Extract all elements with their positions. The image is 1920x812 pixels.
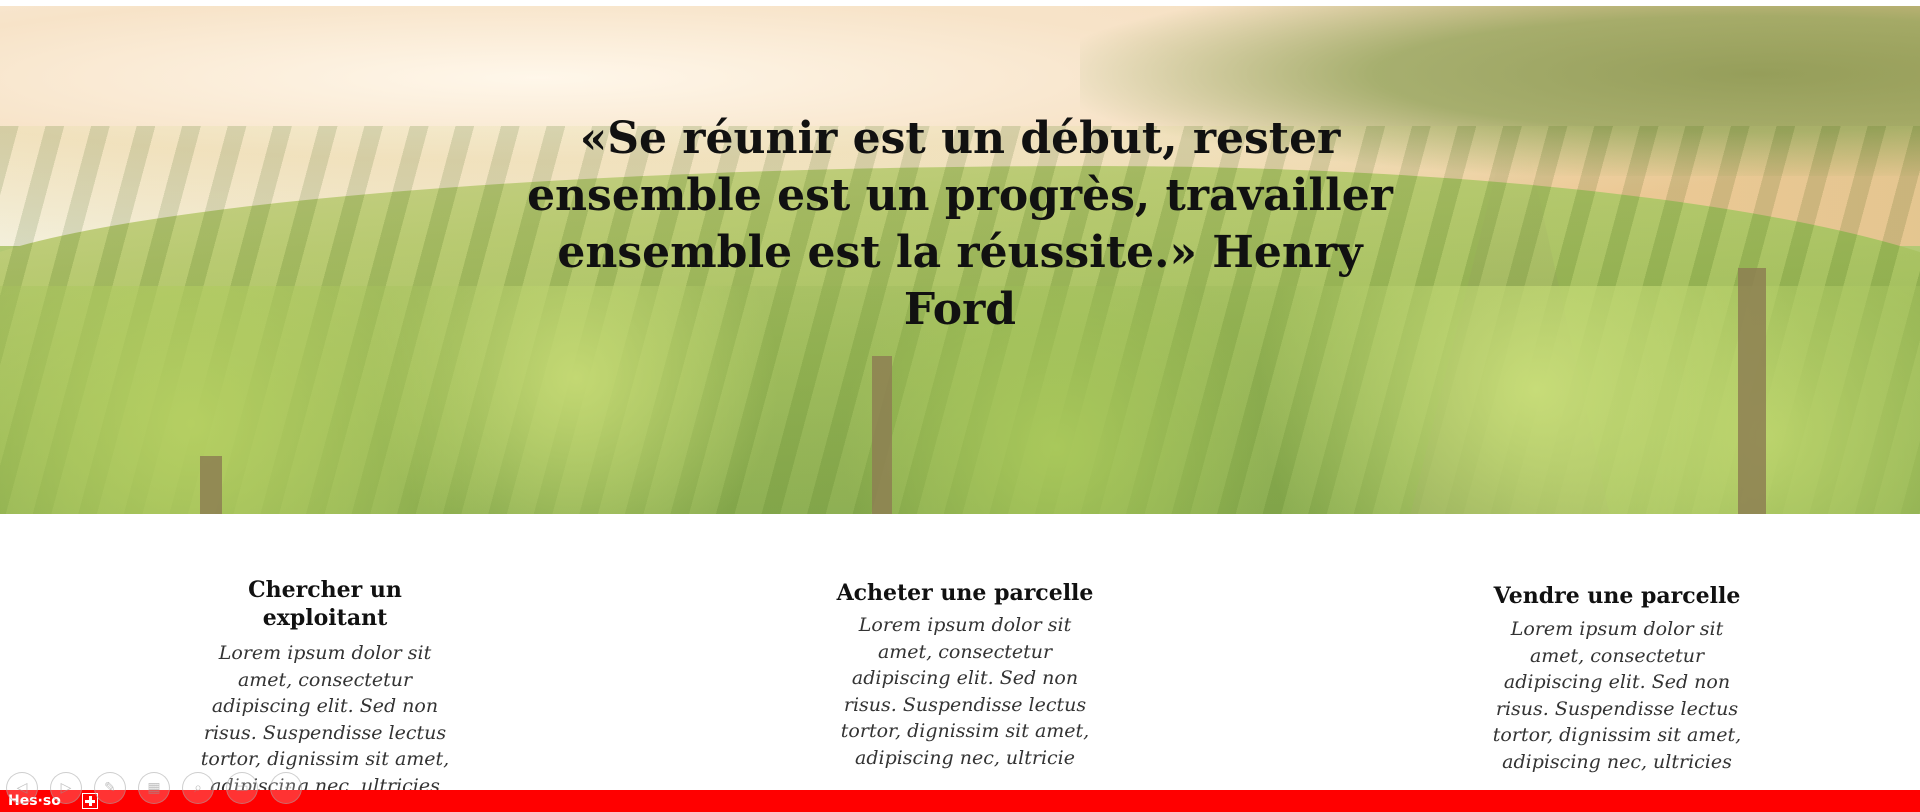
- pen-button[interactable]: ✎: [94, 772, 126, 804]
- subtitles-button[interactable]: ▭: [226, 772, 258, 804]
- zoom-button[interactable]: ⌕: [182, 772, 214, 804]
- quote-line: «Se réunir est un début, rester: [579, 113, 1341, 164]
- vine-post: [1738, 268, 1766, 514]
- column-text: Lorem ipsum dolor sit amet, consectetur …: [1492, 618, 1742, 773]
- column-buy-plot: Acheter une parcelle Lorem ipsum dolor s…: [830, 579, 1100, 771]
- screen-icon: ▭: [235, 780, 249, 796]
- vine-post: [200, 456, 222, 514]
- arrow-left-icon: ◁: [16, 780, 28, 796]
- magnifier-icon: ⌕: [194, 780, 202, 796]
- column-sell-plot: Vendre une parcelle Lorem ipsum dolor si…: [1482, 582, 1752, 775]
- column-find-farmer: Chercher un exploitant Lorem ipsum dolor…: [185, 576, 465, 799]
- column-text: Lorem ipsum dolor sit amet, consectetur …: [840, 614, 1090, 769]
- more-options-button[interactable]: ⋯: [270, 772, 302, 804]
- hero-quote: «Se réunir est un début, rester ensemble…: [500, 110, 1420, 338]
- quote-line: ensemble est la réussite.» Henry Ford: [557, 227, 1363, 335]
- vine-post: [872, 356, 892, 514]
- quote-line: ensemble est un progrès, travailler: [527, 170, 1393, 221]
- more-icon: ⋯: [279, 780, 293, 796]
- all-slides-button[interactable]: ▦: [138, 772, 170, 804]
- hero-banner: «Se réunir est un début, rester ensemble…: [0, 6, 1920, 514]
- arrow-right-icon: ▷: [60, 780, 72, 796]
- pen-icon: ✎: [104, 780, 116, 796]
- next-slide-button[interactable]: ▷: [50, 772, 82, 804]
- column-title[interactable]: Chercher un exploitant: [185, 576, 465, 632]
- column-title[interactable]: Vendre une parcelle: [1482, 582, 1752, 610]
- grid-icon: ▦: [147, 780, 161, 796]
- slideshow-controls: ◁ ▷ ✎ ▦ ⌕ ▭ ⋯: [6, 772, 302, 806]
- column-title[interactable]: Acheter une parcelle: [830, 579, 1100, 607]
- previous-slide-button[interactable]: ◁: [6, 772, 38, 804]
